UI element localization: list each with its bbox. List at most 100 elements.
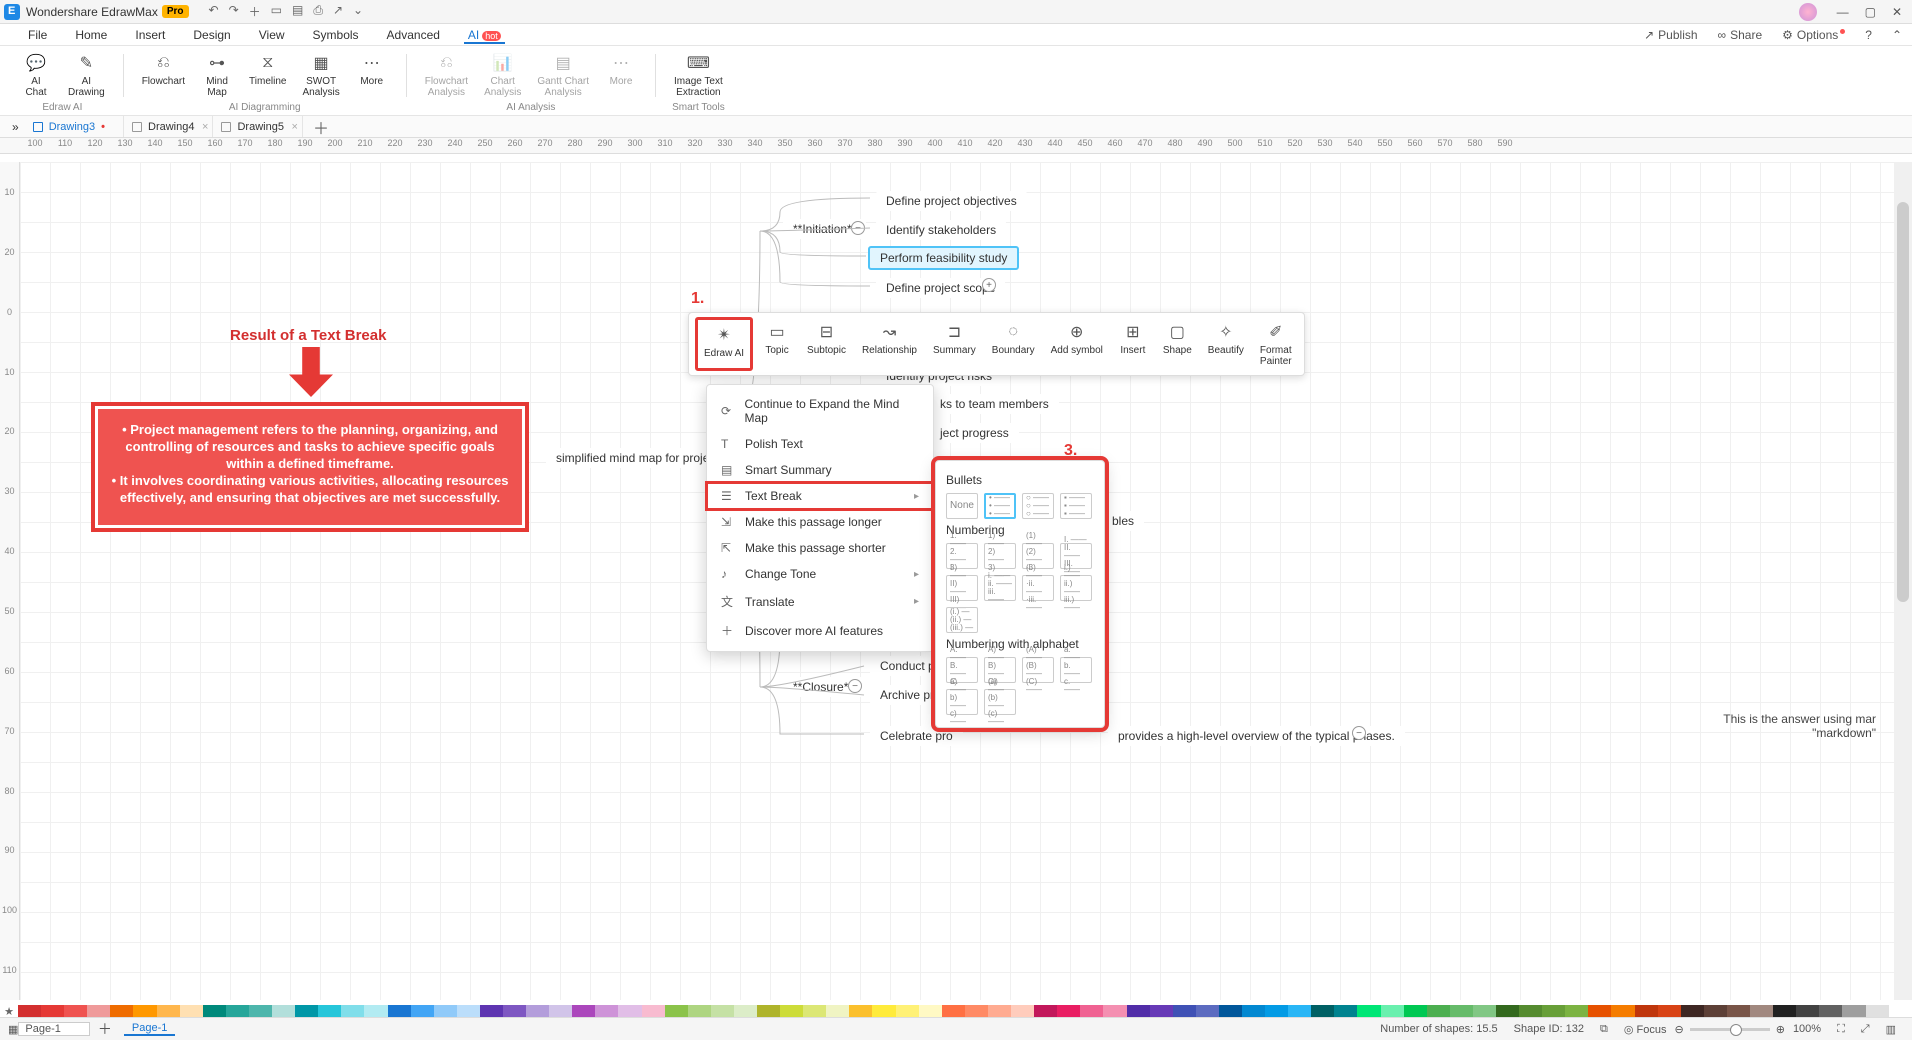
color-swatch[interactable] (849, 1005, 872, 1017)
avatar[interactable] (1799, 3, 1817, 21)
color-swatch[interactable] (665, 1005, 688, 1017)
color-swatch[interactable] (1496, 1005, 1519, 1017)
alpha-a-option[interactable]: a. ——b. ——c. —— (1060, 657, 1092, 683)
color-swatch[interactable] (87, 1005, 110, 1017)
color-swatch[interactable] (1889, 1005, 1912, 1017)
collapse-icon[interactable]: − (1352, 726, 1366, 740)
zoom-slider[interactable] (1690, 1028, 1770, 1031)
color-swatch[interactable] (642, 1005, 665, 1017)
color-swatch[interactable] (1750, 1005, 1773, 1017)
gantt-analysis-button[interactable]: ▤Gantt Chart Analysis (533, 50, 593, 100)
color-swatch[interactable] (618, 1005, 641, 1017)
color-swatch[interactable] (41, 1005, 64, 1017)
mm-node[interactable]: Define project objectives (876, 191, 1027, 211)
color-swatch[interactable] (572, 1005, 595, 1017)
page-selector[interactable]: Page-1 (18, 1022, 89, 1036)
alpha-aparen-option[interactable]: a) ——b) ——c) —— (946, 689, 978, 715)
more-diagram-button[interactable]: ⋯More (352, 50, 392, 89)
color-swatch[interactable] (595, 1005, 618, 1017)
ai-continue-item[interactable]: ⟳Continue to Expand the Mind Map (707, 391, 933, 431)
palette-favorite-icon[interactable]: ★ (0, 1005, 18, 1017)
zoom-in-icon[interactable]: ⊕ (1776, 1023, 1785, 1036)
mm-node[interactable]: Identify stakeholders (876, 220, 1006, 240)
color-swatch[interactable] (503, 1005, 526, 1017)
zoom-value[interactable]: 100% (1793, 1023, 1821, 1035)
print-icon[interactable]: ⎙ (313, 3, 323, 20)
menu-design[interactable]: Design (179, 28, 244, 42)
menu-ai[interactable]: AIhot (454, 28, 515, 42)
color-swatch[interactable] (1242, 1005, 1265, 1017)
result-box[interactable]: • Project management refers to the plann… (91, 402, 529, 532)
redo-icon[interactable]: ↷ (229, 3, 239, 20)
new-icon[interactable]: ＋ (249, 3, 261, 20)
color-swatch[interactable] (1519, 1005, 1542, 1017)
chart-analysis-button[interactable]: 📊Chart Analysis (480, 50, 525, 100)
color-swatch[interactable] (942, 1005, 965, 1017)
color-swatch[interactable] (1057, 1005, 1080, 1017)
color-swatch[interactable] (1842, 1005, 1865, 1017)
color-swatch[interactable] (110, 1005, 133, 1017)
color-swatch[interactable] (988, 1005, 1011, 1017)
color-swatch[interactable] (341, 1005, 364, 1017)
expand-icon[interactable]: + (982, 278, 996, 292)
color-swatch[interactable] (1681, 1005, 1704, 1017)
color-swatch[interactable] (133, 1005, 156, 1017)
color-swatch[interactable] (872, 1005, 895, 1017)
color-swatch[interactable] (1427, 1005, 1450, 1017)
ai-shorter-item[interactable]: ⇱Make this passage shorter (707, 535, 933, 561)
color-swatch[interactable] (1611, 1005, 1634, 1017)
mm-node[interactable]: bles (1102, 511, 1144, 531)
collapse-icon[interactable]: − (851, 221, 865, 235)
ai-chat-button[interactable]: 💬AI Chat (16, 50, 56, 100)
more-analysis-button[interactable]: ⋯More (601, 50, 641, 89)
color-swatch[interactable] (1311, 1005, 1334, 1017)
collapse-ribbon-icon[interactable]: ⌃ (1882, 28, 1912, 42)
boundary-button[interactable]: ◌Boundary (986, 317, 1041, 371)
mm-selected-node[interactable]: Perform feasibility study (868, 246, 1019, 270)
doc-tab-drawing5[interactable]: Drawing5× (213, 116, 302, 137)
color-swatch[interactable] (1450, 1005, 1473, 1017)
timeline-button[interactable]: ⧖Timeline (245, 50, 290, 89)
ai-discover-item[interactable]: ＋Discover more AI features (707, 616, 933, 645)
mm-node[interactable]: ject progress (930, 423, 1019, 443)
color-swatch[interactable] (272, 1005, 295, 1017)
publish-link[interactable]: ↗Publish (1634, 28, 1707, 42)
bullet-none-option[interactable]: None (946, 493, 978, 519)
menu-symbols[interactable]: Symbols (299, 28, 373, 42)
options-link[interactable]: ⚙Options (1772, 28, 1855, 42)
number-i-option[interactable]: I ) ——II) ——III) —— (946, 575, 978, 601)
color-swatch[interactable] (388, 1005, 411, 1017)
number-cn-option[interactable]: (i.) —(ii.) —(iii.) — (946, 607, 978, 633)
color-swatch[interactable] (1404, 1005, 1427, 1017)
summary-button[interactable]: ⊐Summary (927, 317, 982, 371)
menu-advanced[interactable]: Advanced (373, 28, 454, 42)
color-swatch[interactable] (249, 1005, 272, 1017)
close-tab-icon[interactable]: × (202, 121, 208, 133)
color-swatch[interactable] (1704, 1005, 1727, 1017)
bullet-circle-option[interactable]: ○ ——○ ——○ —— (1022, 493, 1054, 519)
color-swatch[interactable] (1658, 1005, 1681, 1017)
color-swatch[interactable] (526, 1005, 549, 1017)
ai-polish-item[interactable]: TPolish Text (707, 431, 933, 457)
color-swatch[interactable] (180, 1005, 203, 1017)
number-i3-option[interactable]: ·i. ——·ii. ——·iii. —— (1022, 575, 1054, 601)
subtopic-button[interactable]: ⊟Subtopic (801, 317, 852, 371)
shape-button[interactable]: ▢Shape (1157, 317, 1198, 371)
color-swatch[interactable] (1103, 1005, 1126, 1017)
format-painter-button[interactable]: ✐Format Painter (1254, 317, 1298, 371)
layers-icon[interactable]: ⧉ (1600, 1023, 1608, 1036)
ai-drawing-button[interactable]: ✎AI Drawing (64, 50, 109, 100)
add-page-button[interactable]: ＋ (98, 1019, 112, 1039)
add-symbol-button[interactable]: ⊕Add symbol (1045, 317, 1109, 371)
color-swatch[interactable] (1635, 1005, 1658, 1017)
color-swatch[interactable] (1542, 1005, 1565, 1017)
color-swatch[interactable] (18, 1005, 41, 1017)
save-icon[interactable]: ▤ (292, 3, 303, 20)
color-swatch[interactable] (1334, 1005, 1357, 1017)
beautify-button[interactable]: ✧Beautify (1202, 317, 1250, 371)
bullet-disc-option[interactable]: • ——• ——• —— (984, 493, 1016, 519)
zoom-out-icon[interactable]: ⊖ (1675, 1023, 1684, 1036)
color-swatch[interactable] (203, 1005, 226, 1017)
qat-more-icon[interactable]: ⌄ (353, 3, 363, 20)
color-swatch[interactable] (1588, 1005, 1611, 1017)
